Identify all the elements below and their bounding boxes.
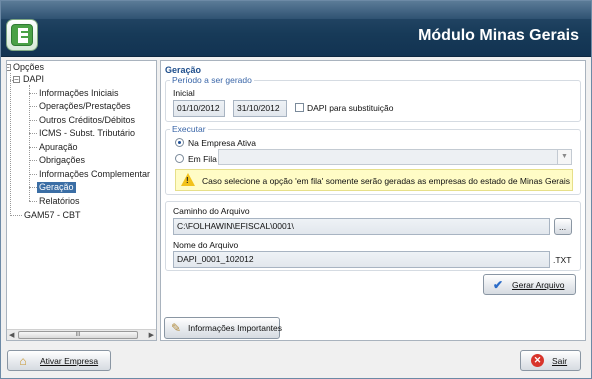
section-title: Geração: [165, 65, 202, 75]
nome-field[interactable]: DAPI_0001_102012: [173, 251, 550, 268]
gerar-arquivo-label: Gerar Arquivo: [512, 280, 565, 290]
tree-item-dapi[interactable]: DAPI: [23, 74, 44, 85]
browse-button[interactable]: ...: [554, 218, 572, 235]
fila-select[interactable]: ▼: [218, 149, 572, 165]
warning-icon: !: [181, 173, 195, 186]
header-bar: Módulo Minas Gerais: [1, 1, 591, 57]
checkmark-icon: ✔: [492, 278, 504, 292]
periodo-group-label: Período a ser gerado: [170, 75, 254, 85]
window-title: Módulo Minas Gerais: [418, 27, 579, 44]
tree-item-geracao[interactable]: Geração: [37, 182, 76, 193]
executar-group-label: Executar: [170, 124, 208, 134]
caminho-field[interactable]: C:\FOLHAWIN\EFISCAL\0001\: [173, 218, 550, 235]
bottom-bar: ⌂ Ativar Empresa ✕ Sair: [1, 345, 591, 378]
informacoes-importantes-button[interactable]: ✎ Informações Importantes: [164, 317, 283, 339]
scroll-right-icon[interactable]: ▶: [149, 331, 154, 339]
radio-empresa-ativa-label: Na Empresa Ativa: [188, 138, 257, 148]
tree-item-informacoes-iniciais[interactable]: Informações Iniciais: [39, 88, 119, 99]
inicial-label: Inicial: [173, 88, 195, 98]
tree-item-opcoes[interactable]: Opções: [13, 62, 44, 73]
tree-item-informacoes-complementar[interactable]: Informações Complementar: [39, 169, 150, 180]
radio-em-fila-label: Em Fila: [188, 154, 217, 164]
tree-item-operacoes-prestacoes[interactable]: Operações/Prestações: [39, 101, 131, 112]
options-tree[interactable]: – Opções – DAPI Informações Iniciais Ope…: [6, 60, 157, 341]
exit-icon: ✕: [531, 354, 544, 367]
tree-item-gam57-cbt[interactable]: GAM57 - CBT: [24, 210, 81, 221]
nome-label: Nome do Arquivo: [173, 240, 239, 250]
collapse-root-icon[interactable]: –: [7, 64, 11, 71]
chevron-down-icon[interactable]: ▼: [557, 150, 571, 164]
radio-em-fila[interactable]: [175, 154, 184, 163]
ativar-empresa-button[interactable]: ⌂ Ativar Empresa: [7, 350, 111, 371]
collapse-dapi-icon[interactable]: –: [13, 76, 20, 83]
sair-button[interactable]: ✕ Sair: [520, 350, 581, 371]
tree-item-icms-subst-tributario[interactable]: ICMS - Subst. Tributário: [39, 128, 135, 139]
date-start-field[interactable]: 01/10/2012: [173, 100, 225, 117]
periodo-group: Período a ser gerado Inicial 01/10/2012 …: [165, 75, 581, 122]
scroll-left-icon[interactable]: ◀: [9, 331, 14, 339]
tree-horizontal-scrollbar[interactable]: ◀ III ▶: [7, 329, 156, 340]
building-icon: ⌂: [19, 354, 27, 368]
sair-label: Sair: [552, 356, 568, 366]
gerar-arquivo-button[interactable]: ✔ Gerar Arquivo: [483, 274, 576, 295]
substituicao-label: DAPI para substituição: [307, 103, 394, 113]
tree-item-relatorios[interactable]: Relatórios: [39, 196, 80, 207]
radio-empresa-ativa[interactable]: [175, 138, 184, 147]
ativar-empresa-label: Ativar Empresa: [40, 356, 99, 366]
informacoes-importantes-label: Informações Importantes: [188, 323, 283, 333]
generation-panel: Geração Período a ser gerado Inicial 01/…: [160, 60, 586, 341]
warning-text: Caso selecione a opção 'em fila' somente…: [202, 176, 571, 186]
substituicao-checkbox[interactable]: [295, 103, 304, 112]
arquivo-group: Caminho do Arquivo C:\FOLHAWIN\EFISCAL\0…: [165, 201, 581, 271]
main-window: Módulo Minas Gerais – Opções – DAPI Info…: [0, 0, 592, 379]
tree-item-outros-creditos-debitos[interactable]: Outros Créditos/Débitos: [39, 115, 135, 126]
extension-label: .TXT: [553, 255, 572, 265]
caminho-label: Caminho do Arquivo: [173, 206, 250, 216]
tree-item-obrigacoes[interactable]: Obrigações: [39, 155, 85, 166]
app-logo-icon: [6, 19, 38, 51]
scroll-thumb[interactable]: III: [18, 331, 138, 339]
warning-banner: ! Caso selecione a opção 'em fila' somen…: [175, 169, 573, 191]
browse-button-label: ...: [559, 222, 567, 232]
date-end-field[interactable]: 31/10/2012: [233, 100, 287, 117]
tree-item-apuracao[interactable]: Apuração: [39, 142, 78, 153]
pencil-icon: ✎: [170, 321, 182, 335]
